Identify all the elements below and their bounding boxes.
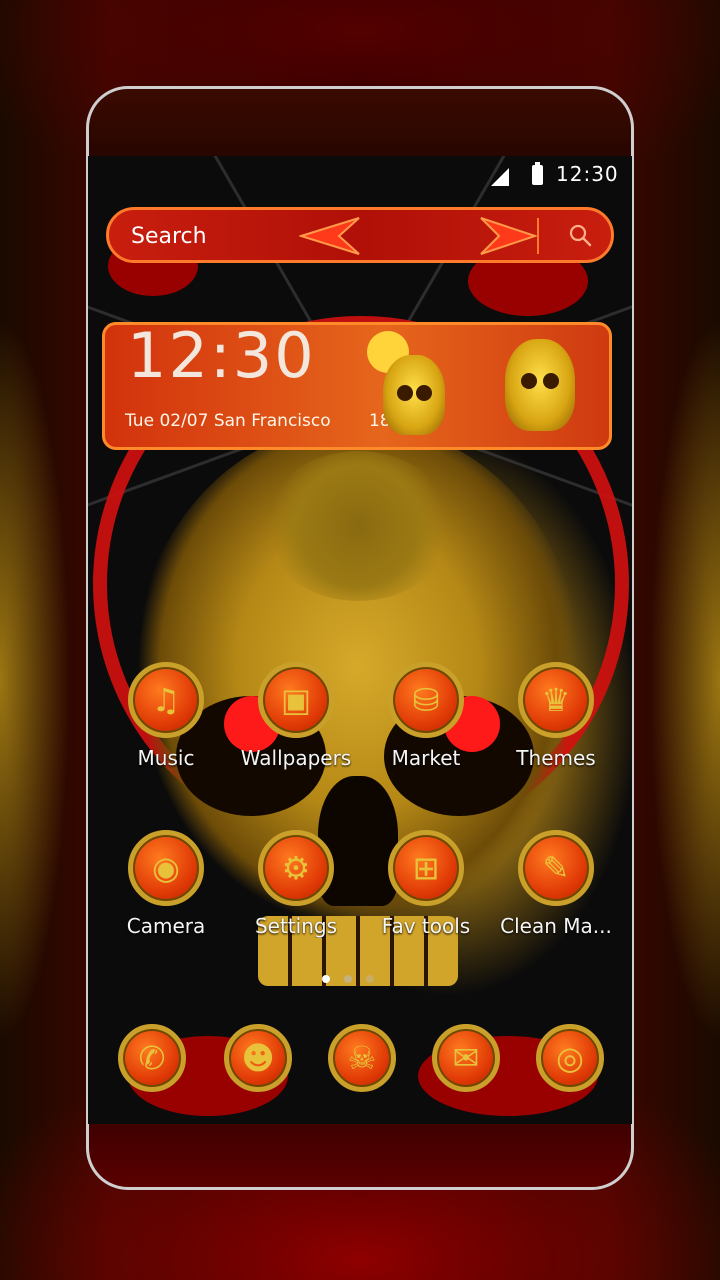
search-divider (537, 218, 539, 254)
dock-messages[interactable]: ✉ (432, 1024, 500, 1092)
search-icon[interactable] (567, 222, 593, 248)
skull-icon[interactable]: ☠ (328, 1024, 396, 1092)
wallpaper-gear-emblem (263, 451, 453, 601)
app-settings[interactable]: ⚙ Settings (236, 830, 356, 950)
camera-icon[interactable]: ◉ (128, 830, 204, 906)
app-fav-tools[interactable]: ⊞ Fav tools (366, 830, 486, 950)
contacts-icon[interactable]: ☻ (224, 1024, 292, 1092)
app-wallpapers[interactable]: ▣ Wallpapers (236, 662, 356, 782)
decorative-arrow-icon (299, 217, 360, 255)
clock-weather-widget[interactable]: 12:30 Tue 02/07 San Francisco 18°C (102, 322, 612, 450)
app-clean-master[interactable]: ✎ Clean Ma... (496, 830, 616, 950)
battery-icon (532, 162, 543, 185)
page-dot-active[interactable] (322, 975, 330, 983)
dock-phone[interactable]: ✆ (118, 1024, 186, 1092)
status-bar: 12:30 (88, 156, 632, 194)
app-label: Settings (254, 914, 338, 938)
app-label: Camera (126, 914, 206, 938)
messages-icon[interactable]: ✉ (432, 1024, 500, 1092)
app-label: Themes (516, 746, 596, 770)
widget-clock[interactable]: 12:30 (127, 325, 316, 392)
phone-icon[interactable]: ✆ (118, 1024, 186, 1092)
widget-date-location: Tue 02/07 San Francisco (125, 411, 331, 431)
home-screen (88, 156, 632, 1124)
gear-icon[interactable]: ⚙ (258, 830, 334, 906)
browser-globe-icon[interactable]: ◎ (536, 1024, 604, 1092)
app-market[interactable]: ⛁ Market (366, 662, 486, 782)
music-note-icon[interactable]: ♫ (128, 662, 204, 738)
dock-skull-app[interactable]: ☠ (328, 1024, 396, 1092)
app-label: Music (137, 746, 195, 770)
grid-icon[interactable]: ⊞ (388, 830, 464, 906)
decorative-arrow-icon (480, 217, 537, 255)
skull-decoration-icon (505, 339, 575, 431)
app-music[interactable]: ♫ Music (106, 662, 226, 782)
broom-icon[interactable]: ✎ (518, 830, 594, 906)
app-themes[interactable]: ♛ Themes (496, 662, 616, 782)
tshirt-icon[interactable]: ♛ (518, 662, 594, 738)
app-camera[interactable]: ◉ Camera (106, 830, 226, 950)
skull-decoration-icon (383, 355, 445, 435)
status-time: 12:30 (556, 162, 619, 186)
shopping-bag-icon[interactable]: ⛁ (388, 662, 464, 738)
app-label: Clean Ma... (500, 914, 612, 938)
search-placeholder[interactable]: Search (131, 224, 207, 249)
app-label: Wallpapers (240, 746, 352, 770)
search-bar[interactable]: Search (106, 207, 614, 263)
dock-browser[interactable]: ◎ (536, 1024, 604, 1092)
page-dot[interactable] (366, 975, 374, 983)
signal-icon (491, 168, 509, 186)
app-label: Fav tools (381, 914, 471, 938)
app-label: Market (391, 746, 461, 770)
page-dot[interactable] (344, 975, 352, 983)
dock-contacts[interactable]: ☻ (224, 1024, 292, 1092)
image-icon[interactable]: ▣ (258, 662, 334, 738)
